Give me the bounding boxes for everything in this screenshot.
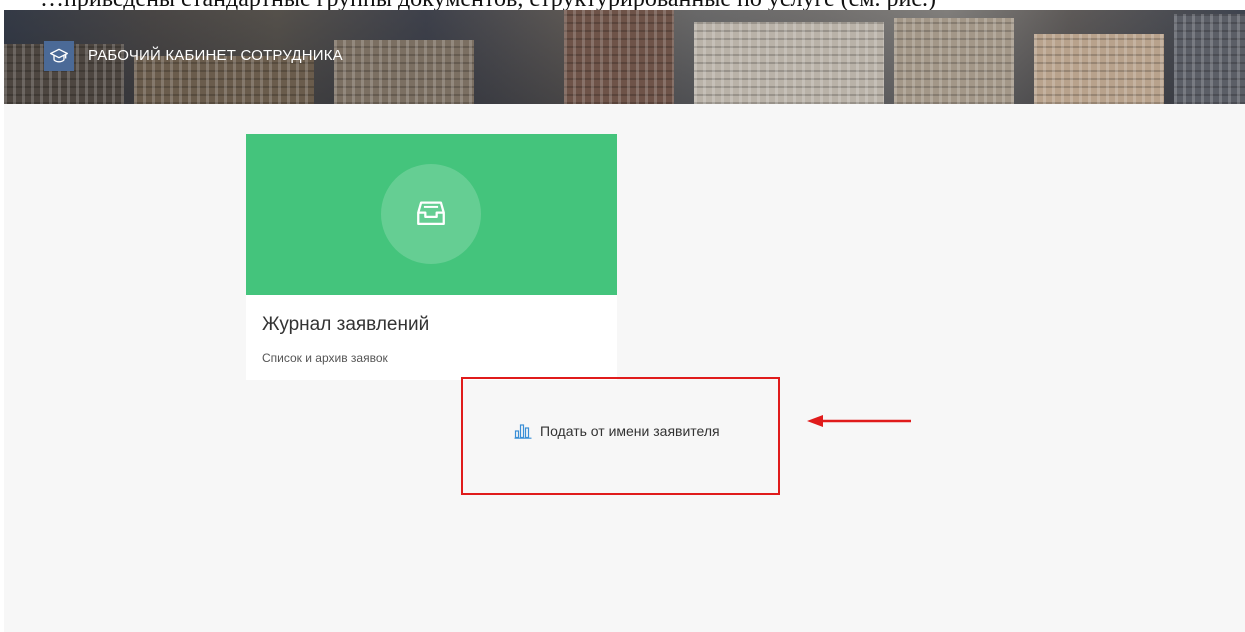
graduation-cap-icon: [50, 48, 69, 63]
screenshot-frame: РАБОЧИЙ КАБИНЕТ СОТРУДНИКА Журнал заявле…: [4, 10, 1245, 632]
banner-building: [1034, 34, 1164, 104]
banner-building: [694, 22, 884, 104]
submit-on-behalf-link[interactable]: Подать от имени заявителя: [514, 423, 720, 439]
card-title: Журнал заявлений: [262, 314, 430, 335]
card-applications-journal[interactable]: Журнал заявлений Список и архив заявок: [246, 134, 617, 380]
inbox-tray-icon: [417, 201, 445, 226]
card-icon-circle: [381, 164, 481, 264]
header-title[interactable]: РАБОЧИЙ КАБИНЕТ СОТРУДНИКА: [88, 47, 343, 64]
banner-building: [1174, 14, 1245, 104]
card-banner: [246, 134, 617, 295]
card-subtitle: Список и архив заявок: [262, 351, 388, 365]
submit-on-behalf-label: Подать от имени заявителя: [540, 423, 720, 439]
logo[interactable]: [44, 41, 74, 71]
banner-building: [564, 10, 674, 104]
annotation-arrow-icon: [807, 415, 911, 427]
bar-chart-icon: [514, 424, 532, 439]
banner-building: [894, 18, 1014, 104]
header-banner: РАБОЧИЙ КАБИНЕТ СОТРУДНИКА: [4, 10, 1245, 104]
banner-building: [334, 40, 474, 104]
